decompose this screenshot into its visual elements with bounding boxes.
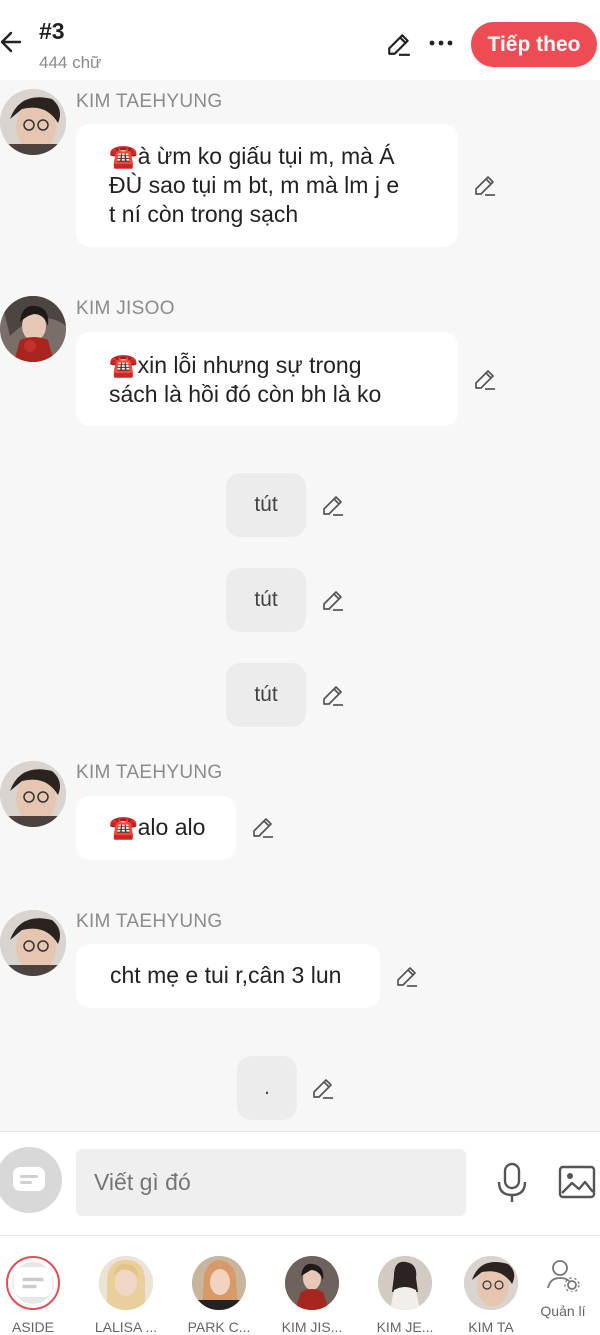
avatar[interactable] [0,296,66,362]
pencil-icon[interactable] [321,683,345,707]
message-line: t ní còn trong sạch [109,201,299,227]
sender-name: KIM JISOO [76,298,175,319]
character-name: KIM JIS... [281,1319,343,1335]
message-bubble[interactable]: ☎️à ừm ko giấu tụi m, mà Á ĐÙ sao tụi m … [76,124,458,247]
character-name: LALISA ... [94,1319,158,1335]
avatar [6,1256,60,1310]
pencil-icon[interactable] [321,588,345,612]
pencil-icon[interactable] [473,367,497,391]
sender-name: KIM TAEHYUNG [76,911,223,932]
pencil-icon[interactable] [311,1076,335,1100]
avatar[interactable] [0,89,66,155]
more-icon[interactable] [428,36,454,50]
message-line: ☎️alo alo [109,814,206,840]
avatar [378,1256,432,1310]
character-park[interactable]: PARK C... [179,1256,259,1335]
composer [0,1131,600,1236]
character-aside[interactable]: ASIDE [0,1256,73,1335]
avatar [192,1256,246,1310]
pencil-icon[interactable] [251,815,275,839]
message-line: ☎️à ừm ko giấu tụi m, mà Á [109,143,395,169]
manage-label: Quản lí [540,1303,586,1319]
character-name: KIM JE... [376,1319,434,1335]
pencil-icon[interactable] [473,173,497,197]
character-name: PARK C... [187,1319,251,1335]
sender-name: KIM TAEHYUNG [76,762,223,783]
message-bubble[interactable]: cht mẹ e tui r,cân 3 lun [76,944,380,1008]
message-input[interactable] [76,1149,466,1216]
manage-button[interactable]: Quản lí [536,1258,590,1319]
message-bubble[interactable]: ☎️xin lỗi nhưng sự trong sách là hồi đó … [76,332,458,426]
message-line: cht mẹ e tui r,cân 3 lun [110,962,342,988]
mic-icon[interactable] [496,1162,528,1204]
image-icon[interactable] [558,1165,596,1199]
chapter-title: #3 [39,18,65,44]
character-kim-je[interactable]: KIM JE... [365,1256,445,1335]
avatar [464,1256,518,1310]
narration-bubble[interactable]: tút [226,663,306,727]
character-lalisa[interactable]: LALISA ... [86,1256,166,1335]
avatar[interactable] [0,761,66,827]
back-arrow-icon[interactable] [0,30,22,54]
avatar[interactable] [0,910,66,976]
pencil-icon[interactable] [321,493,345,517]
manage-user-icon [547,1260,580,1293]
character-name: KIM TA [468,1319,514,1335]
character-name: ASIDE [11,1319,54,1335]
character-kim-taehyung[interactable]: KIM TA [451,1256,531,1335]
character-bar: ASIDE LALISA ... PARK C... KIM JIS... KI… [0,1235,600,1335]
sender-name: KIM TAEHYUNG [76,91,223,112]
pencil-icon[interactable] [386,31,412,57]
word-count: 444 chữ [39,53,102,72]
message-line: ☎️xin lỗi nhưng sự trong [109,352,362,378]
top-bar: #3 444 chữ Tiếp theo [0,0,600,80]
avatar [285,1256,339,1310]
avatar [99,1256,153,1310]
message-bubble[interactable]: ☎️alo alo [76,796,236,860]
narration-bubble[interactable]: tút [226,473,306,537]
next-button[interactable]: Tiếp theo [471,22,597,67]
chat-bubble-icon[interactable] [0,1147,62,1213]
narration-bubble[interactable]: tút [226,568,306,632]
narration-bubble[interactable]: . [237,1056,297,1120]
pencil-icon[interactable] [395,964,419,988]
character-kim-jisoo[interactable]: KIM JIS... [272,1256,352,1335]
message-line: ĐÙ sao tụi m bt, m mà lm j e [109,172,400,198]
message-line: sách là hồi đó còn bh là ko [109,381,382,407]
